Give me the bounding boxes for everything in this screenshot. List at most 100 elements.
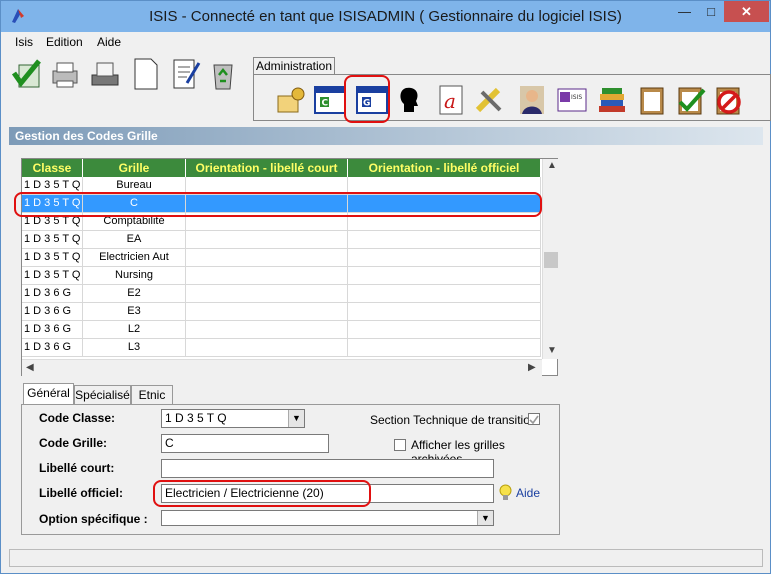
lightbulb-icon: [499, 484, 512, 500]
table-row[interactable]: 1 D 3 6 G L3: [22, 339, 541, 357]
text-style-icon[interactable]: a: [436, 84, 468, 116]
menu-isis[interactable]: Isis: [15, 35, 33, 49]
aide-link[interactable]: Aide: [516, 486, 540, 500]
option-specifique-label: Option spécifique :: [39, 512, 148, 526]
table-cell: E3: [83, 303, 186, 320]
table-cell: 1 D 3 5 T Q: [22, 249, 83, 266]
table-cell: [348, 285, 541, 302]
scroll-thumb[interactable]: [544, 252, 558, 268]
highlight-selected-row: [14, 192, 542, 217]
svg-text:C: C: [322, 99, 329, 109]
chevron-down-icon[interactable]: ▼: [477, 511, 493, 525]
table-row[interactable]: 1 D 3 5 T Q Nursing: [22, 267, 541, 285]
status-bar: [9, 549, 763, 567]
table-row[interactable]: 1 D 3 5 T Q Electricien Aut: [22, 249, 541, 267]
table-cell: 1 D 3 5 T Q: [22, 231, 83, 248]
table-cell: [186, 321, 348, 338]
table-cell: L3: [83, 339, 186, 356]
code-classe-select[interactable]: 1 D 3 5 T Q ▼: [161, 409, 305, 428]
svg-text:a: a: [444, 89, 456, 113]
table-cell: [348, 339, 541, 356]
tab-administration[interactable]: Administration: [253, 57, 335, 75]
svg-text:ISIS: ISIS: [571, 94, 582, 101]
column-header-classe[interactable]: Classe: [22, 159, 83, 177]
section-transition-checkbox[interactable]: [528, 413, 540, 425]
option-specifique-select[interactable]: ▼: [161, 510, 494, 526]
tab-specialise[interactable]: Spécialisé: [74, 385, 131, 405]
clipboard-cancel-icon[interactable]: [712, 84, 744, 116]
menu-bar: Isis Edition Aide: [1, 32, 770, 52]
table-row[interactable]: 1 D 3 5 T Q EA: [22, 231, 541, 249]
table-cell: Electricien Aut: [83, 249, 186, 266]
printer-icon[interactable]: [49, 57, 81, 91]
table-cell: [186, 231, 348, 248]
code-classe-label: Code Classe:: [39, 411, 116, 425]
title-bar: ISIS - Connecté en tant que ISISADMIN ( …: [1, 1, 770, 32]
user-silhouette-icon[interactable]: [394, 84, 426, 116]
scroll-down-icon[interactable]: ▼: [547, 345, 557, 356]
table-cell: [186, 339, 348, 356]
isis-card-icon[interactable]: ISIS: [556, 84, 588, 116]
table-cell: 1 D 3 6 G: [22, 321, 83, 338]
exit-icon[interactable]: [11, 57, 43, 91]
settings-folder-icon[interactable]: [276, 84, 308, 116]
recycle-bin-icon[interactable]: [207, 57, 239, 91]
libelle-court-input[interactable]: [161, 459, 494, 478]
table-cell: E2: [83, 285, 186, 302]
general-form: Code Classe: 1 D 3 5 T Q ▼ Section Techn…: [21, 404, 560, 535]
books-icon[interactable]: [596, 84, 628, 116]
edit-document-icon[interactable]: [169, 57, 201, 91]
table-cell: [348, 303, 541, 320]
highlight-grilles-icon: [344, 75, 390, 123]
table-cell: 1 D 3 5 T Q: [22, 267, 83, 284]
close-button[interactable]: ✕: [724, 1, 769, 22]
classes-window-icon[interactable]: C: [314, 84, 346, 116]
table-cell: [186, 285, 348, 302]
checkmark-icon: [529, 415, 539, 425]
administration-toolbar: C G a ISIS: [253, 74, 771, 121]
new-document-icon[interactable]: [129, 57, 161, 91]
code-grille-input[interactable]: C: [161, 434, 329, 453]
codes-grille-table: Classe Grille Orientation - libellé cour…: [21, 158, 558, 376]
scroll-up-icon[interactable]: ▲: [547, 160, 557, 171]
table-cell: EA: [83, 231, 186, 248]
tab-general[interactable]: Général: [23, 383, 74, 405]
scroll-left-icon[interactable]: ◀: [26, 362, 34, 373]
table-header: Classe Grille Orientation - libellé cour…: [22, 159, 541, 177]
highlight-libelle-officiel: [153, 480, 371, 507]
column-header-orientation-officiel[interactable]: Orientation - libellé officiel: [348, 159, 541, 177]
maximize-button[interactable]: □: [698, 1, 724, 22]
clipboard-icon[interactable]: [636, 84, 668, 116]
column-header-grille[interactable]: Grille: [83, 159, 186, 177]
table-cell: 1 D 3 6 G: [22, 303, 83, 320]
table-row[interactable]: 1 D 3 6 G E3: [22, 303, 541, 321]
table-cell: [348, 267, 541, 284]
scroll-right-icon[interactable]: ▶: [528, 362, 536, 373]
user-photo-icon[interactable]: [516, 84, 548, 116]
horizontal-scrollbar[interactable]: ◀ ▶: [22, 359, 542, 376]
tab-etnic[interactable]: Etnic: [131, 385, 173, 405]
libelle-court-label: Libellé court:: [39, 461, 115, 475]
table-cell: [348, 321, 541, 338]
afficher-archivees-checkbox[interactable]: [394, 439, 406, 451]
menu-aide[interactable]: Aide: [97, 35, 121, 49]
app-window: ISIS - Connecté en tant que ISISADMIN ( …: [0, 0, 771, 574]
libelle-officiel-label: Libellé officiel:: [39, 486, 124, 500]
scanner-icon[interactable]: [89, 57, 121, 91]
table-row[interactable]: 1 D 3 6 G L2: [22, 321, 541, 339]
table-row[interactable]: 1 D 3 6 G E2: [22, 285, 541, 303]
chevron-down-icon[interactable]: ▼: [288, 410, 304, 427]
code-classe-value: 1 D 3 5 T Q: [165, 411, 227, 425]
table-cell: [348, 249, 541, 266]
section-title: Gestion des Codes Grille: [9, 127, 763, 145]
minimize-button[interactable]: —: [671, 1, 698, 22]
table-cell: 1 D 3 6 G: [22, 285, 83, 302]
clipboard-check-icon[interactable]: [674, 84, 706, 116]
table-cell: [348, 231, 541, 248]
vertical-scrollbar[interactable]: ▲ ▼: [542, 159, 558, 359]
tools-icon[interactable]: [474, 84, 506, 116]
section-transition-label: Section Technique de transition: [370, 413, 537, 427]
toolbar: Administration C G a ISIS: [7, 53, 771, 123]
menu-edition[interactable]: Edition: [46, 35, 83, 49]
column-header-orientation-court[interactable]: Orientation - libellé court: [186, 159, 348, 177]
